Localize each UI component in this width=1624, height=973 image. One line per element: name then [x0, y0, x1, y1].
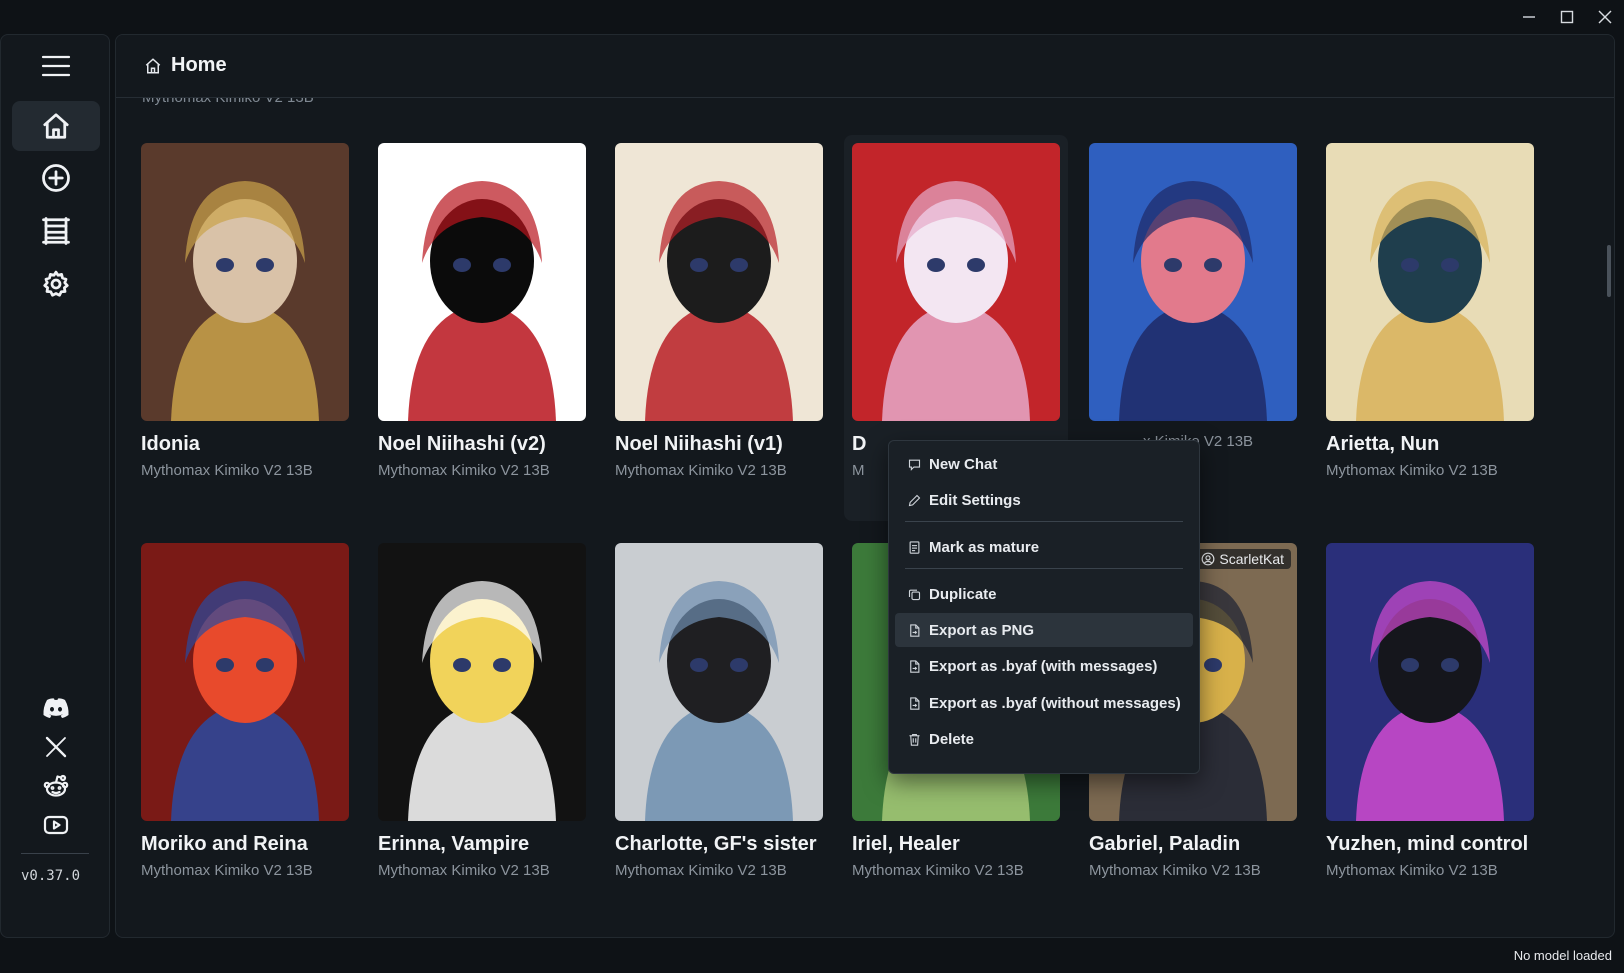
character-name: Iriel, Healer — [852, 833, 960, 855]
scrollbar[interactable] — [1607, 245, 1611, 297]
youtube-icon[interactable] — [36, 810, 76, 840]
sidebar-item-settings[interactable] — [12, 259, 100, 309]
character-name: Idonia — [141, 433, 200, 455]
context-menu: New Chat Edit Settings Mark as mature Dupli… — [888, 440, 1200, 774]
menu-item-new-chat[interactable]: New Chat — [895, 447, 1193, 481]
character-model: Mythomax Kimiko V2 13B — [615, 462, 787, 479]
menu-item-export-as-byaf-without-messages[interactable]: Export as .byaf (without messages) — [895, 686, 1193, 720]
character-model: Mythomax Kimiko V2 13B — [1326, 862, 1498, 879]
file-export-icon — [910, 623, 920, 637]
reddit-icon[interactable] — [36, 771, 76, 801]
sidebar-item-home[interactable] — [12, 101, 100, 151]
character-model: Mythomax Kimiko V2 13B — [141, 462, 313, 479]
menu-item-label: Edit Settings — [929, 491, 1021, 509]
character-card[interactable]: x Kimiko V2 13B — [1089, 143, 1299, 450]
menu-item-edit-settings[interactable]: Edit Settings — [895, 483, 1193, 517]
character-name: Erinna, Vampire — [378, 833, 530, 855]
character-avatar[interactable] — [1326, 143, 1534, 421]
main-panel: Home Mythomax Kimiko V2 13B Idonia Mythom… — [115, 34, 1615, 938]
character-name: Noel Niihashi (v2) — [378, 433, 546, 455]
character-avatar[interactable] — [1326, 543, 1534, 821]
menu-item-label: Export as .byaf (without messages) — [929, 694, 1181, 712]
home-icon — [43, 113, 69, 139]
character-model: Mythomax Kimiko V2 13B — [378, 462, 550, 479]
page-header: Home — [116, 35, 1614, 98]
gear-icon — [43, 270, 69, 297]
trash-icon — [909, 733, 920, 746]
character-name: Gabriel, Paladin — [1089, 833, 1241, 855]
chat-icon — [908, 459, 921, 471]
menu-separator — [905, 521, 1183, 522]
copy-icon — [908, 589, 921, 600]
character-card[interactable]: Noel Niihashi (v1) Mythomax Kimiko V2 13B — [615, 143, 825, 479]
menu-item-label: Duplicate — [929, 585, 997, 603]
x-icon[interactable] — [36, 732, 76, 762]
character-card[interactable]: Arietta, Nun Mythomax Kimiko V2 13B — [1326, 143, 1536, 479]
home-icon — [144, 57, 162, 80]
app-version: v0.37.0 — [21, 868, 81, 884]
character-model: Mythomax Kimiko V2 13B — [378, 862, 550, 879]
file-export-icon — [910, 696, 920, 710]
character-name: Charlotte, GF's sister — [615, 833, 817, 855]
character-avatar[interactable] — [378, 543, 586, 821]
character-avatar[interactable] — [1089, 143, 1297, 421]
menu-item-delete[interactable]: Delete — [895, 722, 1193, 756]
menu-item-mark-as-mature[interactable]: Mark as mature — [895, 530, 1193, 564]
menu-item-label: Delete — [929, 730, 975, 748]
hamburger-icon[interactable] — [12, 41, 100, 91]
menu-item-export-as-png[interactable]: Export as PNG — [895, 613, 1193, 647]
user-circle-icon — [1201, 552, 1215, 566]
character-card[interactable]: Charlotte, GF's sister Mythomax Kimiko V2… — [615, 543, 825, 879]
maximize-icon[interactable] — [1548, 0, 1586, 34]
character-avatar[interactable] — [141, 543, 349, 821]
minimize-icon[interactable] — [1510, 0, 1548, 34]
sidebar-item-new[interactable] — [12, 153, 100, 203]
character-card[interactable]: Erinna, Vampire Mythomax Kimiko V2 13B — [378, 543, 588, 879]
page-title: Home — [171, 54, 227, 76]
character-card[interactable]: Yuzhen, mind control Mythomax Kimiko V2 1… — [1326, 543, 1536, 879]
character-card[interactable]: Moriko and Reina Mythomax Kimiko V2 13B — [141, 543, 351, 879]
character-avatar[interactable] — [852, 143, 1060, 421]
creator-name: ScarletKat — [1219, 551, 1284, 567]
creator-badge[interactable]: ScarletKat — [1196, 549, 1291, 569]
character-model: Mythomax Kimiko V2 13B — [852, 862, 1024, 879]
character-card[interactable]: Idonia Mythomax Kimiko V2 13B — [141, 143, 351, 479]
character-card[interactable]: Noel Niihashi (v2) Mythomax Kimiko V2 13B — [378, 143, 588, 479]
abacus-icon — [42, 217, 70, 245]
sidebar: v0.37.0 — [0, 34, 110, 938]
menu-separator — [905, 568, 1183, 569]
character-model: Mythomax Kimiko V2 13B — [615, 862, 787, 879]
character-avatar[interactable] — [378, 143, 586, 421]
menu-item-label: Export as PNG — [929, 621, 1035, 639]
character-name: Arietta, Nun — [1326, 433, 1440, 455]
status-text: No model loaded — [1513, 948, 1612, 963]
character-model: Mythomax Kimiko V2 13B — [1326, 462, 1498, 479]
sidebar-divider — [21, 853, 89, 854]
character-model: Mythomax Kimiko V2 13B — [141, 862, 313, 879]
character-avatar[interactable] — [615, 143, 823, 421]
window-controls — [1510, 0, 1624, 34]
character-name: Yuzhen, mind control — [1326, 833, 1529, 855]
sidebar-item-models[interactable] — [12, 206, 100, 256]
file-export-icon — [910, 659, 920, 673]
menu-item-label: Mark as mature — [929, 538, 1040, 556]
menu-item-label: Export as .byaf (with messages) — [929, 657, 1158, 675]
file-text-icon — [909, 540, 920, 554]
menu-item-export-as-byaf-with-messages[interactable]: Export as .byaf (with messages) — [895, 649, 1193, 683]
character-avatar[interactable] — [615, 543, 823, 821]
character-name: Noel Niihashi (v1) — [615, 433, 783, 455]
menu-item-label: New Chat — [929, 455, 998, 473]
character-name: Moriko and Reina — [141, 833, 308, 855]
close-icon[interactable] — [1586, 0, 1624, 34]
menu-item-duplicate[interactable]: Duplicate — [895, 577, 1193, 611]
discord-icon[interactable] — [36, 693, 76, 723]
character-avatar[interactable] — [141, 143, 349, 421]
character-model: Mythomax Kimiko V2 13B — [1089, 862, 1261, 879]
plus-circle-icon — [42, 164, 70, 192]
edit-icon — [908, 494, 921, 506]
